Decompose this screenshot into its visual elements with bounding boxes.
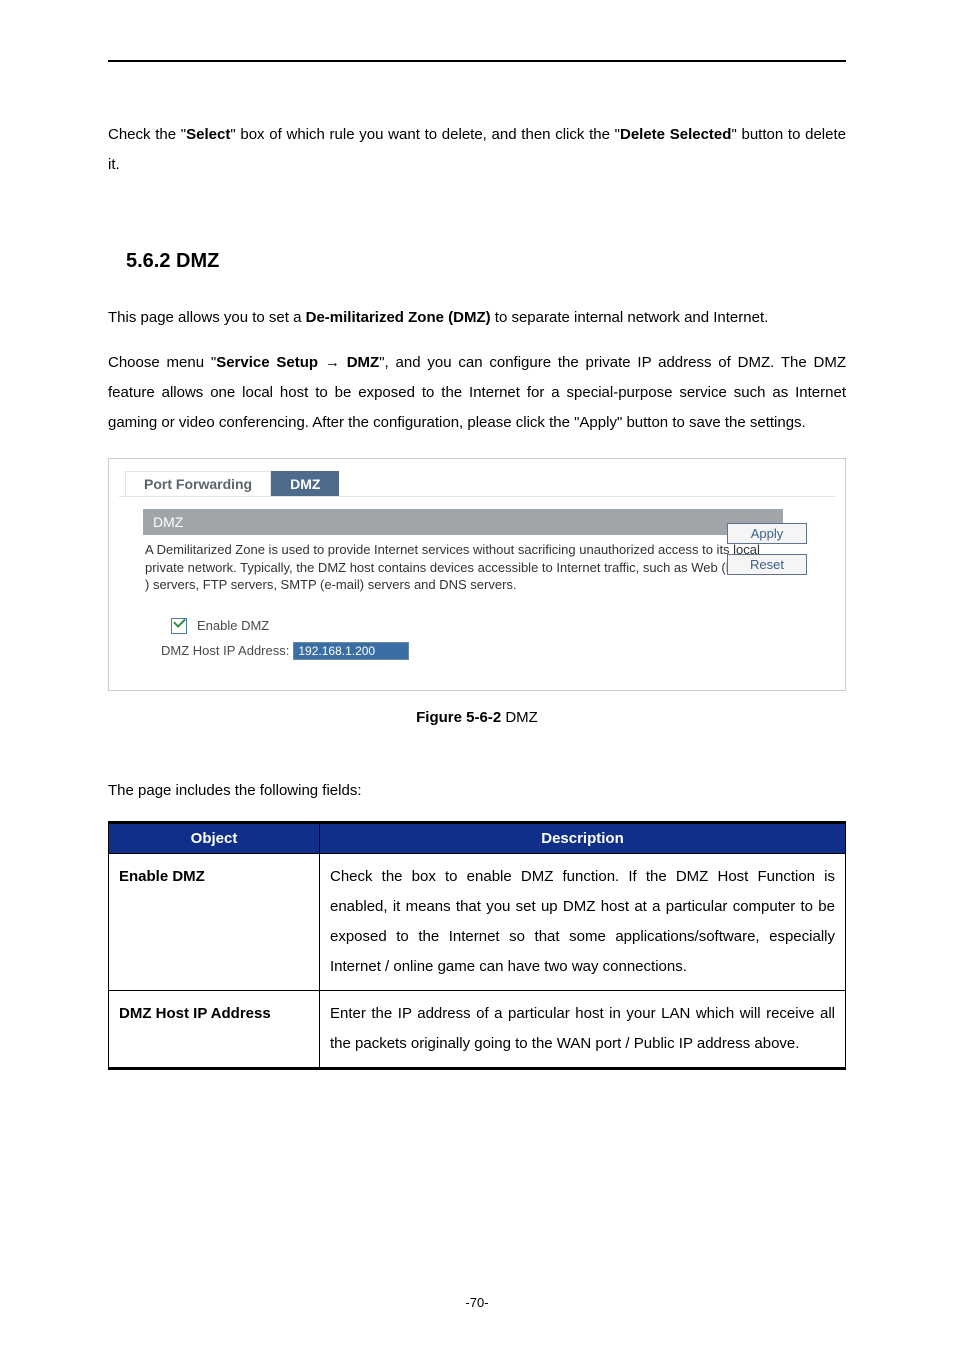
- text-bold: Service Setup: [216, 354, 318, 371]
- dmz-paragraph-2: Choose menu "Service Setup → DMZ", and y…: [108, 348, 846, 438]
- fields-table: Object Description Enable DMZ Check the …: [108, 821, 846, 1070]
- text: This page allows you to set a: [108, 309, 306, 326]
- text: Check the ": [108, 126, 186, 143]
- table-row: DMZ Host IP Address Enter the IP address…: [109, 990, 846, 1068]
- text-bold: DMZ: [347, 354, 380, 371]
- tab-row: Port Forwarding DMZ: [119, 469, 835, 497]
- dmz-figure: Port Forwarding DMZ DMZ A Demilitarized …: [108, 458, 846, 691]
- button-column: Apply Reset: [727, 523, 807, 575]
- tab-dmz[interactable]: DMZ: [271, 471, 339, 496]
- enable-dmz-row: Enable DMZ: [171, 618, 811, 634]
- enable-dmz-checkbox[interactable]: [171, 618, 187, 634]
- ip-address-row: DMZ Host IP Address: 192.168.1.200: [161, 642, 811, 660]
- dmz-panel: DMZ A Demilitarized Zone is used to prov…: [119, 497, 835, 660]
- figure-number: Figure 5-6-2: [416, 709, 501, 726]
- fields-intro: The page includes the following fields:: [108, 776, 846, 806]
- apply-button[interactable]: Apply: [727, 523, 807, 544]
- table-row: Enable DMZ Check the box to enable DMZ f…: [109, 853, 846, 990]
- enable-dmz-label: Enable DMZ: [197, 618, 269, 633]
- dmz-ip-input[interactable]: 192.168.1.200: [293, 642, 409, 660]
- page-top-rule: [108, 60, 846, 62]
- table-header-row: Object Description: [109, 822, 846, 853]
- text-bold: Select: [186, 126, 230, 143]
- text: Choose menu ": [108, 354, 216, 371]
- text-bold: Delete Selected: [620, 126, 731, 143]
- ip-address-label: DMZ Host IP Address:: [161, 643, 289, 658]
- text-bold: De-militarized Zone (DMZ): [306, 309, 491, 326]
- reset-button[interactable]: Reset: [727, 554, 807, 575]
- page-number: -70-: [0, 1295, 954, 1310]
- text: to separate internal network and Interne…: [491, 309, 769, 326]
- intro-paragraph: Check the "Select" box of which rule you…: [108, 120, 846, 180]
- figure-caption: Figure 5-6-2 DMZ: [108, 709, 846, 726]
- dmz-panel-title: DMZ: [143, 509, 783, 535]
- tab-port-forwarding[interactable]: Port Forwarding: [125, 471, 271, 496]
- object-enable-dmz: Enable DMZ: [109, 853, 320, 990]
- arrow-icon: →: [318, 354, 347, 371]
- dmz-paragraph-1: This page allows you to set a De-militar…: [108, 303, 846, 333]
- desc-enable-dmz: Check the box to enable DMZ function. If…: [320, 853, 846, 990]
- section-heading-dmz: 5.6.2 DMZ: [126, 250, 846, 273]
- object-dmz-host-ip: DMZ Host IP Address: [109, 990, 320, 1068]
- dmz-panel-description: A Demilitarized Zone is used to provide …: [143, 535, 767, 594]
- figure-title: DMZ: [501, 709, 538, 726]
- col-description: Description: [320, 822, 846, 853]
- desc-dmz-host-ip: Enter the IP address of a particular hos…: [320, 990, 846, 1068]
- text: " box of which rule you want to delete, …: [230, 126, 620, 143]
- col-object: Object: [109, 822, 320, 853]
